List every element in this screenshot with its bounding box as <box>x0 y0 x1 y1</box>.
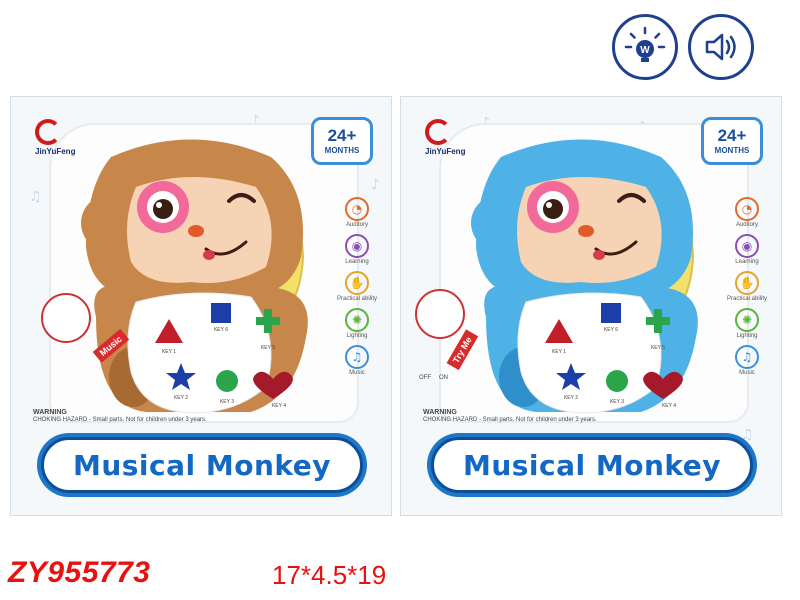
key-label: KEY 6 <box>604 327 618 333</box>
package-box-blue: ♪ ♪ ♫ JinYuFeng 24+ MONTHS KEY 1 KEY 6 K… <box>400 96 782 516</box>
key-panel <box>127 292 272 414</box>
top-feature-icons: W <box>612 14 754 80</box>
shapes-inset-icon <box>415 289 465 339</box>
monkey-tongue <box>593 250 605 260</box>
feature-music: ♫ Music <box>734 345 759 376</box>
title-plate: Musical Monkey <box>427 433 757 497</box>
key-label: KEY 4 <box>272 403 286 409</box>
feature-music: ♫ Music <box>344 345 369 376</box>
svg-text:W: W <box>640 45 650 56</box>
speaker-icon <box>688 14 754 80</box>
eye-icon: ◉ <box>734 234 759 258</box>
key-panel <box>517 292 662 414</box>
feature-practical: ✋ Practical ability <box>727 271 767 302</box>
key-label: KEY 2 <box>174 395 188 401</box>
feature-auditory: ◔ Auditory <box>734 197 759 228</box>
key-3-circle <box>216 370 238 392</box>
feature-list: ◔ Auditory ◉ Learning ✋ Practical abilit… <box>337 197 377 376</box>
feature-learning: ◉ Learning <box>344 234 369 265</box>
warning-text: WARNING CHOKING HAZARD - Small parts. No… <box>33 409 207 423</box>
bulb-icon: ✺ <box>344 308 369 332</box>
key-label: KEY 1 <box>552 349 566 355</box>
feature-lighting: ✺ Lighting <box>344 308 369 339</box>
ear-icon: ◔ <box>344 197 369 221</box>
bulb-icon: ✺ <box>734 308 759 332</box>
product-title: Musical Monkey <box>72 448 332 482</box>
monkey-nose <box>578 225 594 237</box>
key-label: KEY 5 <box>651 345 665 351</box>
shapes-inset-icon <box>41 293 91 343</box>
feature-practical: ✋ Practical ability <box>337 271 377 302</box>
feature-auditory: ◔ Auditory <box>344 197 369 228</box>
key-label: KEY 3 <box>220 399 234 405</box>
monkey-toy: KEY 1 KEY 6 KEY 5 KEY 2 KEY 3 KEY 4 <box>471 139 698 414</box>
key-label: KEY 6 <box>214 327 228 333</box>
key-label: KEY 1 <box>162 349 176 355</box>
key-3-circle <box>606 370 628 392</box>
package-box-brown: ♪ ♫ ♪ JinYuFeng 24+ MONTHS KEY 1 KEY 6 K… <box>10 96 392 516</box>
key-6-square <box>211 303 231 323</box>
monkey-toy: KEY 1 KEY 6 KEY 5 KEY 2 KEY 3 KEY 4 <box>81 139 308 414</box>
feature-list: ◔ Auditory ◉ Learning ✋ Practical abilit… <box>727 197 767 376</box>
product-code: ZY955773 <box>8 556 151 589</box>
eye-icon: ◉ <box>344 234 369 258</box>
product-dimensions: 17*4.5*19 <box>272 560 387 590</box>
feature-learning: ◉ Learning <box>734 234 759 265</box>
music-note-decoration: ♫ <box>29 189 42 205</box>
key-label: KEY 5 <box>261 345 275 351</box>
feature-lighting: ✺ Lighting <box>734 308 759 339</box>
music-note-decoration: ♪ <box>371 177 380 193</box>
note-icon: ♫ <box>734 345 759 369</box>
monkey-tongue <box>203 250 215 260</box>
key-label: KEY 2 <box>564 395 578 401</box>
hand-icon: ✋ <box>734 271 759 295</box>
ear-icon: ◔ <box>734 197 759 221</box>
title-plate: Musical Monkey <box>37 433 367 497</box>
power-switch: OFF ON <box>419 375 448 381</box>
key-label: KEY 4 <box>662 403 676 409</box>
key-6-square <box>601 303 621 323</box>
product-title: Musical Monkey <box>462 448 722 482</box>
hand-icon: ✋ <box>344 271 369 295</box>
light-bulb-icon: W <box>612 14 678 80</box>
note-icon: ♫ <box>344 345 369 369</box>
monkey-pupil <box>543 199 563 219</box>
key-label: KEY 3 <box>610 399 624 405</box>
warning-text: WARNING CHOKING HAZARD - Small parts. No… <box>423 409 597 423</box>
monkey-pupil <box>153 199 173 219</box>
monkey-nose <box>188 225 204 237</box>
